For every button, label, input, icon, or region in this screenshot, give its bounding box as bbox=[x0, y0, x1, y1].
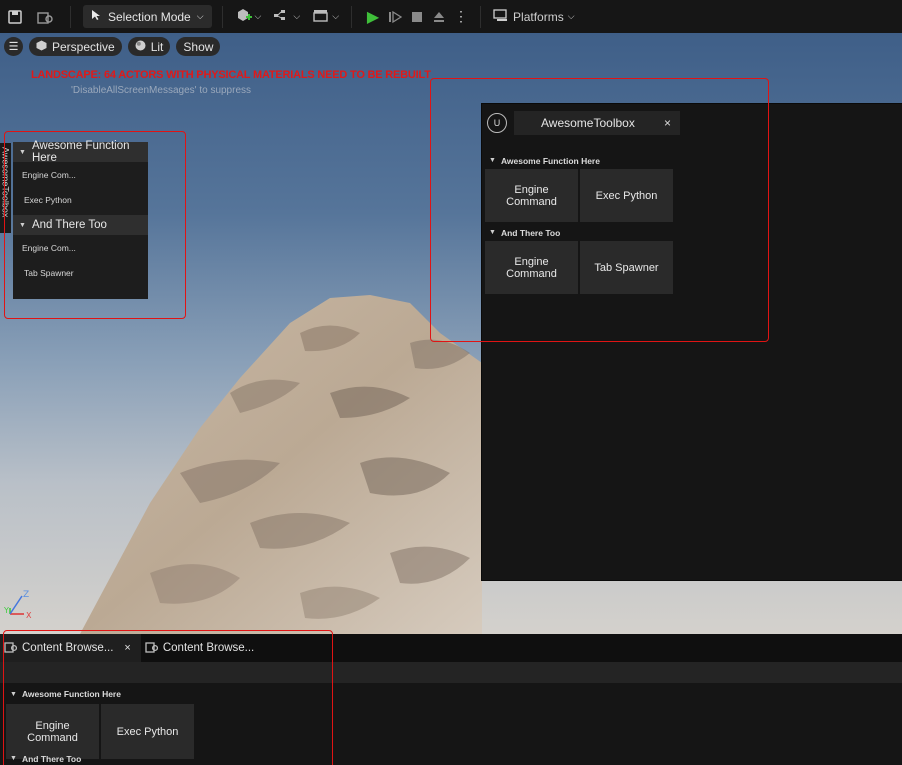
engine-command-button[interactable]: Engine Com... bbox=[13, 162, 148, 187]
collapse-triangle-icon: ▼ bbox=[489, 229, 496, 236]
awesometoolbox-window: U AwesomeToolbox × ▼ Awesome Function He… bbox=[481, 103, 902, 581]
divider bbox=[221, 5, 223, 28]
tab-content-browser-2[interactable]: Content Browse... bbox=[141, 634, 264, 662]
window-title-bar[interactable]: U AwesomeToolbox × bbox=[482, 104, 902, 142]
section-title: Awesome Function Here bbox=[31, 140, 130, 164]
axis-z-label: Z bbox=[23, 590, 29, 600]
collapse-triangle-icon: ▼ bbox=[10, 755, 17, 762]
section-header[interactable]: ▼ And There Too bbox=[13, 215, 148, 235]
panel-header-strip bbox=[0, 662, 902, 683]
tab-content-browser-1[interactable]: Content Browse... × bbox=[0, 634, 141, 662]
tab-awesometoolbox[interactable]: AwesomeToolbox × bbox=[514, 111, 680, 135]
viewport-menu-button[interactable]: ☰ bbox=[4, 37, 23, 56]
divider bbox=[351, 5, 353, 28]
collapse-triangle-icon: ▼ bbox=[10, 690, 17, 698]
add-actor-dropdown[interactable]: ⌵ bbox=[229, 8, 268, 25]
close-icon[interactable]: × bbox=[124, 642, 130, 654]
advance-frame-icon[interactable] bbox=[384, 6, 406, 28]
lit-label: Lit bbox=[150, 39, 164, 54]
bottom-dock-panel: Content Browse... × Content Browse... ▼ … bbox=[0, 634, 902, 765]
exec-python-button[interactable]: Exec Python bbox=[13, 187, 148, 212]
section-title: Awesome Function Here bbox=[21, 689, 121, 699]
tab-title: AwesomeToolbox bbox=[541, 116, 635, 130]
perspective-label: Perspective bbox=[52, 39, 115, 54]
section-title: Awesome Function Here bbox=[500, 155, 600, 166]
blueprint-icon bbox=[273, 9, 291, 24]
chevron-down-icon: ⌵ bbox=[567, 11, 575, 21]
tab-spawner-button[interactable]: Tab Spawner bbox=[13, 260, 148, 285]
content-browser-icon bbox=[145, 641, 158, 656]
landscape-warning: LANDSCAPE: 64 ACTORS WITH PHYSICAL MATER… bbox=[31, 69, 431, 81]
add-actor-icon bbox=[235, 8, 253, 25]
show-button[interactable]: Show bbox=[176, 37, 221, 56]
selection-mode-label: Selection Mode bbox=[108, 9, 191, 24]
cube-icon bbox=[36, 40, 47, 54]
clapperboard-icon bbox=[312, 8, 330, 25]
selection-mode-dropdown[interactable]: Selection Mode ⌵ bbox=[83, 5, 212, 28]
section-header[interactable]: ▼ And There Too bbox=[0, 752, 902, 765]
tab-label: Content Browse... bbox=[162, 642, 255, 654]
section-title: And There Too bbox=[500, 227, 561, 238]
chevron-down-icon: ⌵ bbox=[332, 11, 340, 21]
chevron-down-icon: ⌵ bbox=[293, 11, 301, 21]
platforms-dropdown[interactable]: Platforms ⌵ bbox=[487, 8, 581, 25]
hamburger-icon: ☰ bbox=[8, 41, 19, 53]
section-header[interactable]: ▼ And There Too bbox=[482, 224, 902, 241]
axis-y-label: Y bbox=[4, 606, 9, 615]
section-title: And There Too bbox=[31, 219, 107, 231]
button-row: Engine Command Exec Python bbox=[0, 704, 902, 759]
engine-command-button[interactable]: Engine Command bbox=[6, 704, 99, 759]
axis-x-label: X bbox=[26, 611, 32, 620]
button-row: Engine Command Exec Python bbox=[482, 169, 902, 222]
tab-label: Content Browse... bbox=[22, 642, 114, 654]
perspective-button[interactable]: Perspective bbox=[29, 37, 122, 56]
section-header[interactable]: ▼ Awesome Function Here bbox=[482, 152, 902, 169]
play-icon[interactable]: ▶ bbox=[362, 6, 384, 28]
chevron-down-icon: ⌵ bbox=[196, 11, 204, 21]
save-icon[interactable] bbox=[4, 6, 26, 28]
engine-command-button[interactable]: Engine Command bbox=[485, 241, 578, 294]
divider bbox=[480, 5, 482, 28]
cinematics-dropdown[interactable]: ⌵ bbox=[306, 8, 345, 25]
eject-icon[interactable] bbox=[428, 6, 450, 28]
platforms-label: Platforms bbox=[513, 9, 564, 24]
sphere-icon bbox=[135, 40, 146, 54]
tab-spawner-button[interactable]: Tab Spawner bbox=[580, 241, 673, 294]
blueprint-dropdown[interactable]: ⌵ bbox=[267, 9, 306, 24]
chevron-down-icon: ⌵ bbox=[254, 11, 262, 21]
main-toolbar: Selection Mode ⌵ ⌵ ⌵ ⌵ ▶ ⋮ Platforms ⌵ bbox=[0, 0, 902, 33]
exec-python-button[interactable]: Exec Python bbox=[101, 704, 194, 759]
section-header[interactable]: ▼ Awesome Function Here bbox=[0, 686, 902, 702]
axis-gizmo: Z Y X bbox=[4, 590, 32, 620]
awesometoolbox-side-tab[interactable]: AwesomeToolbox bbox=[0, 143, 11, 233]
engine-command-button[interactable]: Engine Com... bbox=[13, 235, 148, 260]
content-browser-icon bbox=[4, 641, 18, 656]
engine-command-button[interactable]: Engine Command bbox=[485, 169, 578, 222]
lit-button[interactable]: Lit bbox=[127, 37, 171, 56]
more-options-icon[interactable]: ⋮ bbox=[450, 6, 472, 28]
collapse-triangle-icon: ▼ bbox=[19, 221, 26, 229]
content-browser-icon[interactable] bbox=[34, 6, 56, 28]
exec-python-button[interactable]: Exec Python bbox=[580, 169, 673, 222]
warning-suppress-hint: 'DisableAllScreenMessages' to suppress bbox=[71, 85, 252, 96]
toolbox-mini-panel: ▼ Awesome Function Here Engine Com... Ex… bbox=[13, 140, 148, 299]
close-icon[interactable]: × bbox=[664, 116, 671, 130]
stop-icon[interactable] bbox=[406, 6, 428, 28]
platforms-icon bbox=[493, 8, 509, 25]
unreal-logo-icon: U bbox=[487, 113, 507, 133]
show-label: Show bbox=[183, 39, 214, 54]
cursor-icon bbox=[91, 9, 102, 24]
bottom-tab-bar: Content Browse... × Content Browse... bbox=[0, 634, 902, 662]
collapse-triangle-icon: ▼ bbox=[489, 157, 496, 164]
viewport-toolbar: ☰ Perspective Lit Show bbox=[4, 37, 221, 56]
section-header[interactable]: ▼ Awesome Function Here bbox=[13, 140, 148, 164]
collapse-triangle-icon: ▼ bbox=[19, 148, 26, 156]
button-row: Engine Command Tab Spawner bbox=[482, 241, 902, 294]
section-title: And There Too bbox=[21, 753, 82, 764]
divider bbox=[70, 5, 71, 28]
